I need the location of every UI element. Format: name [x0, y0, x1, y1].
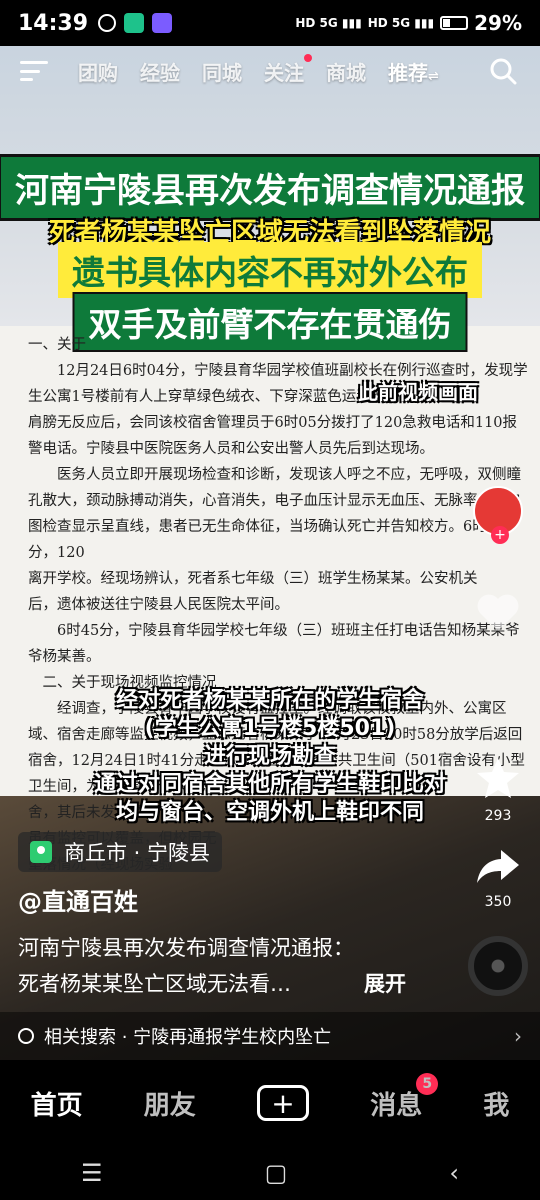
previous-footage-label: 此前视频画面	[358, 380, 478, 404]
switch-icon: ⇌	[428, 68, 439, 84]
tab-mall[interactable]: 商城	[326, 57, 366, 86]
tab-local[interactable]: 同城	[202, 57, 242, 86]
status-time: 14:39	[18, 10, 89, 36]
doc-paragraph: 医务人员立即开展现场检查和诊断，发现该人呼之不应，无呼吸，双侧瞳孔散大，颈动脉搏…	[28, 467, 521, 561]
home-icon[interactable]: ▢	[265, 1159, 288, 1187]
signal-icon: HD 5G ▮▮▮	[295, 16, 362, 30]
location-pin-icon	[30, 841, 52, 863]
like-button[interactable]	[468, 591, 528, 637]
share-count: 350	[484, 894, 512, 910]
favorite-count: 293	[484, 808, 512, 824]
doc-paragraph: 后，遗体被送往宁陵县人民医院太平间。	[28, 597, 289, 613]
tab-recommend[interactable]: 推荐⇌	[388, 57, 439, 86]
author-name[interactable]: @直通百姓	[18, 882, 138, 917]
avatar[interactable]: +	[473, 486, 523, 544]
create-button[interactable]: +	[257, 1085, 309, 1121]
tab-me[interactable]: 我	[483, 1085, 509, 1122]
chevron-right-icon: ›	[514, 1024, 522, 1048]
share-arrow-icon	[477, 850, 519, 883]
tab-groupbuy[interactable]: 团购	[78, 57, 118, 86]
doc-paragraph: 一、关于	[28, 337, 86, 353]
location-tag[interactable]: 商丘市 · 宁陵县	[18, 832, 223, 872]
search-icon[interactable]	[488, 56, 518, 86]
status-right: HD 5G ▮▮▮ HD 5G ▮▮▮ 29%	[295, 11, 522, 35]
creator-avatar-group[interactable]: +	[468, 486, 528, 544]
app-notification-icon	[124, 13, 145, 33]
status-bar: 14:39 HD 5G ▮▮▮ HD 5G ▮▮▮ 29%	[0, 0, 540, 46]
headline-sub-2: 遗书具体内容不再对外公布	[58, 242, 482, 298]
top-nav: 团购 经验 同城 关注 商城 推荐⇌	[0, 46, 540, 96]
alarm-icon	[98, 14, 117, 32]
location-label: 商丘市 · 宁陵县	[64, 841, 211, 865]
recents-icon[interactable]: ☰	[81, 1159, 103, 1187]
menu-icon[interactable]	[20, 61, 48, 81]
related-search-bar[interactable]: 相关搜索 · 宁陵再通报学生校内坠亡 ›	[0, 1012, 540, 1060]
doc-paragraph: 离开学校。经现场辨认，死者系七年级（三）班学生杨某某。公安机关	[28, 571, 478, 587]
favorite-button[interactable]: 293	[468, 756, 528, 824]
tab-home[interactable]: 首页	[31, 1085, 83, 1122]
follow-plus-icon[interactable]: +	[491, 526, 509, 544]
share-button[interactable]: 350	[468, 846, 528, 910]
video-player[interactable]: 团购 经验 同城 关注 商城 推荐⇌ 河南宁陵县再次发布调查情况通报 死者杨某某…	[0, 46, 540, 1060]
doc-paragraph: 6时45分，宁陵县育华园学校七年级（三）班班主任打电话告知杨某某爷爷杨某善。	[28, 623, 520, 665]
tab-following[interactable]: 关注	[264, 53, 312, 86]
heart-icon	[477, 594, 519, 631]
description-line: 河南宁陵县再次发布调查情况通报：	[18, 936, 354, 960]
battery-icon	[440, 16, 469, 30]
back-icon[interactable]: ‹	[449, 1159, 459, 1187]
app-notification-icon-2	[152, 13, 173, 33]
search-icon	[18, 1028, 34, 1044]
tab-friends[interactable]: 朋友	[144, 1085, 196, 1122]
doc-paragraph: 肩膀无反应后，会同该校宿舍管理员于6时05分拨打了120急救电话和110报警电话…	[28, 415, 518, 457]
music-disc-icon[interactable]	[468, 936, 528, 996]
related-search-text: 相关搜索 · 宁陵再通报学生校内坠亡	[44, 1027, 332, 1048]
bottom-tab-bar: 首页 朋友 + 消息 5 我	[0, 1060, 540, 1146]
plus-icon: +	[271, 1086, 295, 1120]
expand-button[interactable]: 展开	[364, 966, 406, 1002]
signal-icon-2: HD 5G ▮▮▮	[367, 16, 435, 30]
video-description[interactable]: 河南宁陵县再次发布调查情况通报： 死者杨某某坠亡区域无法看… 展开	[18, 930, 438, 1002]
battery-percent: 29%	[474, 11, 522, 35]
system-nav-bar: ☰ ▢ ‹	[0, 1146, 540, 1200]
messages-badge: 5	[416, 1072, 439, 1095]
star-icon	[477, 758, 519, 798]
headline-title: 河南宁陵县再次发布调查情况通报	[0, 154, 540, 221]
subtitle-line: 均与窗台、空调外机上鞋印不同	[115, 800, 424, 825]
tab-experience[interactable]: 经验	[140, 57, 180, 86]
tab-messages[interactable]: 消息 5	[370, 1072, 439, 1122]
